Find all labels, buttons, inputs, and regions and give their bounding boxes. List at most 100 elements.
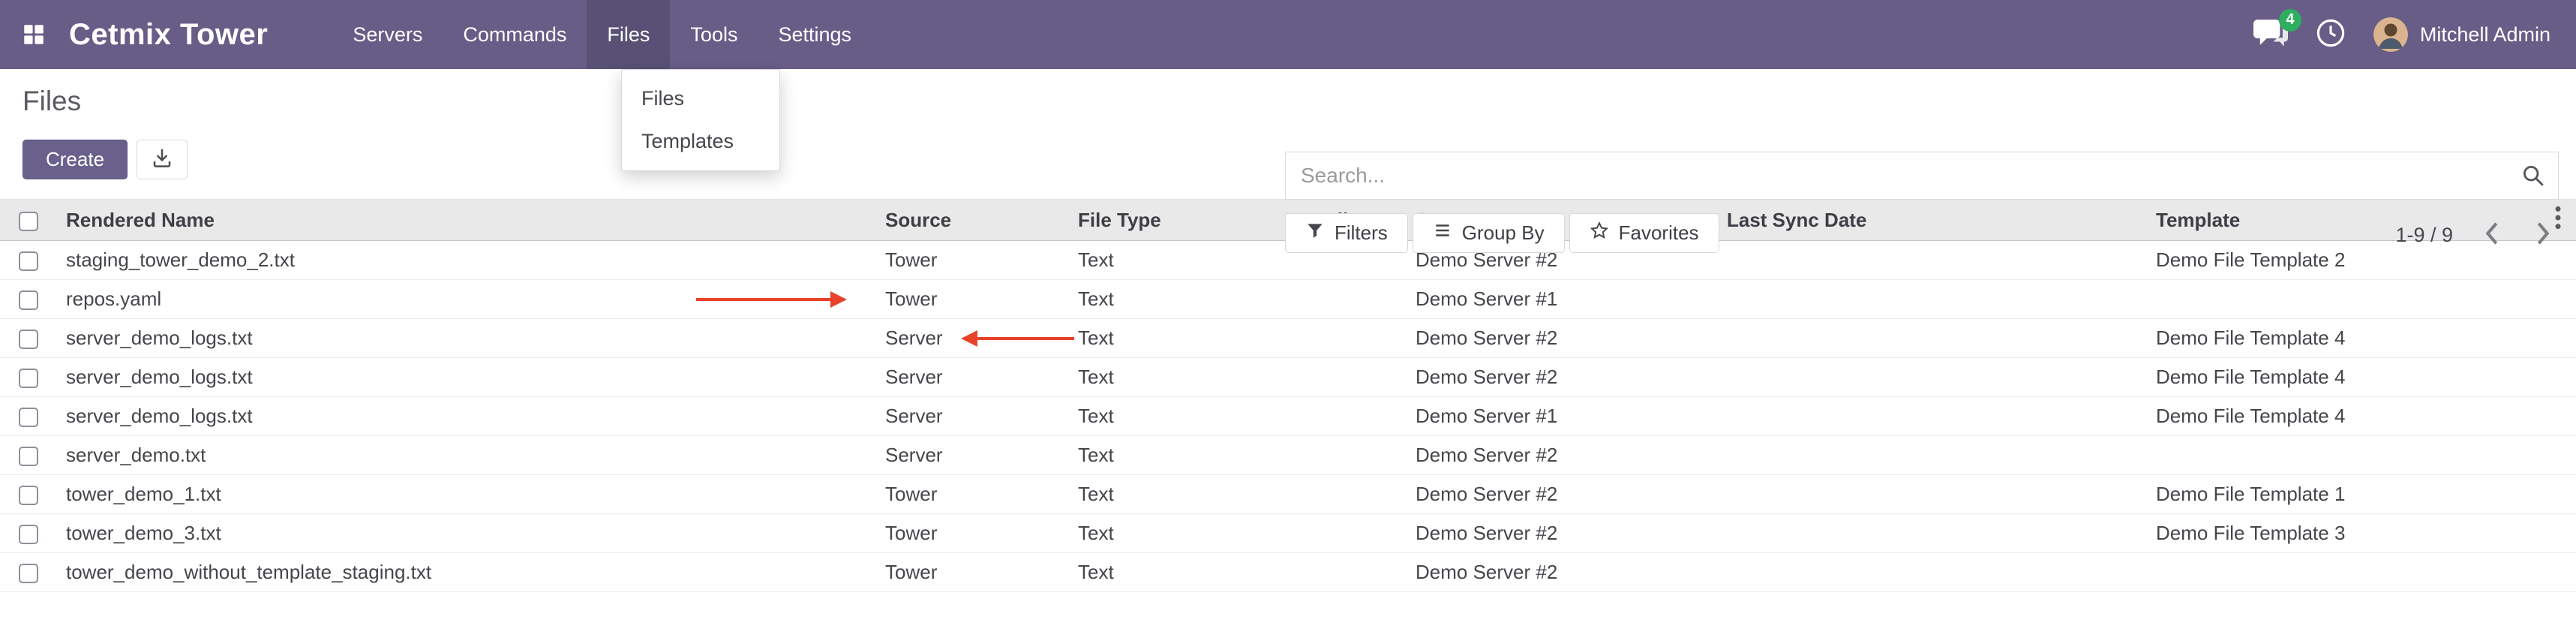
- cell-rendered-name[interactable]: tower_demo_without_template_staging.txt: [57, 553, 876, 592]
- menu-commands[interactable]: Commands: [443, 0, 587, 69]
- cell-source[interactable]: Tower: [876, 241, 1069, 280]
- cell-template[interactable]: Demo File Template 3: [2147, 514, 2540, 553]
- cell-server[interactable]: Demo Server #2: [1407, 553, 1718, 592]
- cell-server[interactable]: Demo Server #1: [1407, 397, 1718, 436]
- menu-tools[interactable]: Tools: [670, 0, 758, 69]
- cell-file-type[interactable]: Text: [1069, 241, 1317, 280]
- cell-file[interactable]: [1317, 514, 1407, 553]
- cell-source[interactable]: Tower: [876, 514, 1069, 553]
- user-menu[interactable]: Mitchell Admin: [2373, 17, 2550, 52]
- cell-file-type[interactable]: Text: [1069, 397, 1317, 436]
- row-checkbox[interactable]: [19, 486, 38, 505]
- cell-template[interactable]: Demo File Template 4: [2147, 397, 2540, 436]
- cell-file[interactable]: [1317, 553, 1407, 592]
- export-button[interactable]: [137, 140, 188, 179]
- pager-next-button[interactable]: [2531, 218, 2555, 253]
- cell-file[interactable]: [1317, 319, 1407, 358]
- cell-rendered-name[interactable]: server_demo_logs.txt: [57, 358, 876, 397]
- cell-last-sync-date[interactable]: [1718, 319, 2147, 358]
- row-checkbox[interactable]: [19, 290, 38, 310]
- cell-template[interactable]: Demo File Template 4: [2147, 319, 2540, 358]
- search-input[interactable]: [1286, 164, 2508, 188]
- row-checkbox[interactable]: [19, 447, 38, 466]
- cell-file-type[interactable]: Text: [1069, 553, 1317, 592]
- cell-file-type[interactable]: Text: [1069, 436, 1317, 475]
- table-row[interactable]: tower_demo_1.txt Tower Text Demo Server …: [0, 475, 2576, 514]
- cell-file-type[interactable]: Text: [1069, 475, 1317, 514]
- table-row[interactable]: server_demo_logs.txt Server Text Demo Se…: [0, 358, 2576, 397]
- row-checkbox[interactable]: [19, 408, 38, 427]
- table-row[interactable]: tower_demo_3.txt Tower Text Demo Server …: [0, 514, 2576, 553]
- cell-rendered-name[interactable]: staging_tower_demo_2.txt: [57, 241, 876, 280]
- create-button[interactable]: Create: [23, 140, 128, 179]
- activities-button[interactable]: [2315, 17, 2346, 53]
- cell-rendered-name[interactable]: tower_demo_3.txt: [57, 514, 876, 553]
- app-brand[interactable]: Cetmix Tower: [69, 18, 268, 52]
- pager-previous-button[interactable]: [2480, 218, 2504, 253]
- table-row[interactable]: repos.yaml Tower Text Demo Server #1: [0, 280, 2576, 319]
- cell-template[interactable]: Demo File Template 4: [2147, 358, 2540, 397]
- cell-server[interactable]: Demo Server #2: [1407, 358, 1718, 397]
- cell-file-type[interactable]: Text: [1069, 280, 1317, 319]
- group-by-button[interactable]: Group By: [1413, 213, 1565, 253]
- table-row[interactable]: server_demo_logs.txt Server Text Demo Se…: [0, 397, 2576, 436]
- cell-rendered-name[interactable]: tower_demo_1.txt: [57, 475, 876, 514]
- cell-rendered-name[interactable]: repos.yaml: [57, 280, 876, 319]
- cell-rendered-name[interactable]: server_demo_logs.txt: [57, 319, 876, 358]
- cell-file[interactable]: [1317, 475, 1407, 514]
- cell-file[interactable]: [1317, 358, 1407, 397]
- cell-source[interactable]: Tower: [876, 553, 1069, 592]
- cell-last-sync-date[interactable]: [1718, 514, 2147, 553]
- cell-file-type[interactable]: Text: [1069, 319, 1317, 358]
- search-icon[interactable]: [2508, 163, 2558, 188]
- column-header-file-type[interactable]: File Type: [1069, 200, 1317, 241]
- table-row[interactable]: server_demo.txt Server Text Demo Server …: [0, 436, 2576, 475]
- cell-template[interactable]: [2147, 553, 2540, 592]
- cell-source[interactable]: Server: [876, 319, 1069, 358]
- row-checkbox[interactable]: [19, 251, 38, 271]
- cell-server[interactable]: Demo Server #2: [1407, 475, 1718, 514]
- cell-file[interactable]: [1317, 397, 1407, 436]
- cell-last-sync-date[interactable]: [1718, 553, 2147, 592]
- column-header-rendered-name[interactable]: Rendered Name: [57, 200, 876, 241]
- cell-template[interactable]: Demo File Template 1: [2147, 475, 2540, 514]
- cell-last-sync-date[interactable]: [1718, 241, 2147, 280]
- menu-servers[interactable]: Servers: [332, 0, 443, 69]
- cell-source[interactable]: Server: [876, 436, 1069, 475]
- cell-server[interactable]: Demo Server #1: [1407, 280, 1718, 319]
- messages-button[interactable]: 4: [2253, 18, 2288, 52]
- menu-settings[interactable]: Settings: [758, 0, 872, 69]
- cell-last-sync-date[interactable]: [1718, 436, 2147, 475]
- pager-range[interactable]: 1-9 / 9: [2395, 224, 2453, 247]
- cell-file[interactable]: [1317, 280, 1407, 319]
- table-row[interactable]: server_demo_logs.txt Server Text Demo Se…: [0, 319, 2576, 358]
- row-checkbox[interactable]: [19, 369, 38, 388]
- column-header-source[interactable]: Source: [876, 200, 1069, 241]
- row-checkbox[interactable]: [19, 330, 38, 349]
- column-header-last-sync-date[interactable]: Last Sync Date: [1718, 200, 2147, 241]
- cell-template[interactable]: [2147, 280, 2540, 319]
- filters-button[interactable]: Filters: [1285, 213, 1408, 253]
- cell-source[interactable]: Server: [876, 358, 1069, 397]
- cell-server[interactable]: Demo Server #2: [1407, 436, 1718, 475]
- cell-file[interactable]: [1317, 436, 1407, 475]
- cell-source[interactable]: Tower: [876, 280, 1069, 319]
- cell-template[interactable]: [2147, 436, 2540, 475]
- cell-file-type[interactable]: Text: [1069, 514, 1317, 553]
- apps-grid-icon[interactable]: [21, 22, 47, 47]
- cell-rendered-name[interactable]: server_demo.txt: [57, 436, 876, 475]
- select-all-checkbox[interactable]: [19, 212, 38, 231]
- dropdown-item-templates[interactable]: Templates: [622, 120, 779, 163]
- cell-last-sync-date[interactable]: [1718, 397, 2147, 436]
- cell-server[interactable]: Demo Server #2: [1407, 319, 1718, 358]
- cell-last-sync-date[interactable]: [1718, 358, 2147, 397]
- menu-files[interactable]: Files: [587, 0, 670, 69]
- dropdown-item-files[interactable]: Files: [622, 77, 779, 120]
- cell-source[interactable]: Server: [876, 397, 1069, 436]
- cell-last-sync-date[interactable]: [1718, 280, 2147, 319]
- favorites-button[interactable]: Favorites: [1569, 213, 1719, 253]
- cell-source[interactable]: Tower: [876, 475, 1069, 514]
- table-row[interactable]: tower_demo_without_template_staging.txt …: [0, 553, 2576, 592]
- row-checkbox[interactable]: [19, 564, 38, 583]
- cell-file-type[interactable]: Text: [1069, 358, 1317, 397]
